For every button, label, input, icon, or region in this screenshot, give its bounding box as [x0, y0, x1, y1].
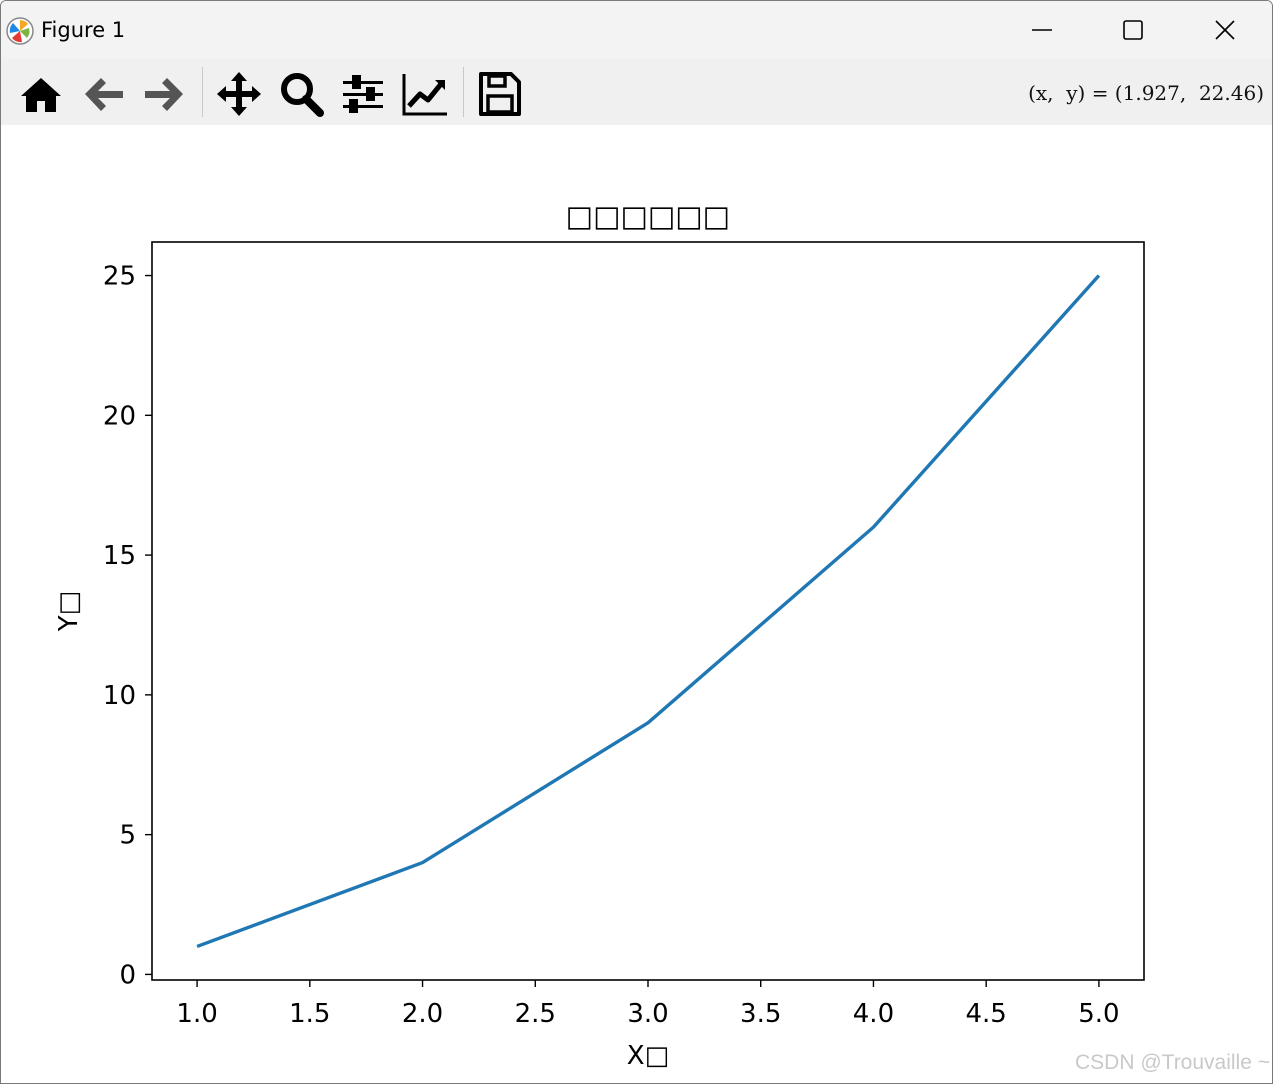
line-chart[interactable]: 1.0 1.5 2.0 2.5 3.0 3.5 4.0 4.5 5.0 0 5 10 15 20 25 □□□…: [1, 125, 1272, 1083]
cursor-coordinates: (x, y) = (1.927, 22.46): [1028, 81, 1264, 105]
chart-title: □□□□□□: [566, 199, 730, 233]
x-tick-label: 3.0: [627, 999, 668, 1029]
y-axis-label: Y□: [54, 591, 84, 632]
axes-frame: [151, 241, 1145, 981]
x-tick-label: 1.0: [176, 999, 217, 1029]
arrow-right-icon: [145, 78, 183, 111]
toolbar-separator: [463, 67, 464, 117]
customize-button[interactable]: [399, 70, 451, 118]
x-tick-label: 5.0: [1078, 999, 1119, 1029]
magnifier-icon: [281, 73, 324, 117]
figure-window: Figure 1 (x, y) = (1.927, 22.46) 1.0 1.5…: [0, 0, 1273, 1084]
y-tick-label: 20: [103, 401, 136, 431]
window-title: Figure 1: [41, 18, 126, 42]
back-button[interactable]: [77, 70, 129, 118]
line-chart-icon: [402, 74, 447, 116]
save-button[interactable]: [473, 70, 525, 118]
x-tick-label: 3.5: [740, 999, 781, 1029]
title-bar[interactable]: Figure 1: [1, 1, 1272, 59]
close-button[interactable]: [1179, 1, 1271, 59]
forward-button[interactable]: [137, 70, 189, 118]
y-tick-label: 0: [119, 960, 136, 990]
x-tick-label: 4.5: [966, 999, 1007, 1029]
y-tick-label: 15: [103, 541, 136, 571]
arrow-left-icon: [85, 78, 123, 111]
y-tick-label: 5: [119, 821, 136, 851]
pan-button[interactable]: [213, 70, 265, 118]
navigation-toolbar: (x, y) = (1.927, 22.46): [1, 59, 1272, 127]
maximize-icon: [1123, 20, 1143, 40]
toolbar-separator: [202, 67, 203, 117]
move-icon: [217, 72, 261, 116]
maximize-button[interactable]: [1087, 1, 1179, 59]
sliders-icon: [343, 75, 383, 113]
x-tick-label: 4.0: [853, 999, 894, 1029]
figure-canvas[interactable]: 1.0 1.5 2.0 2.5 3.0 3.5 4.0 4.5 5.0 0 5 10 15 20 25 □□□…: [1, 125, 1272, 1083]
y-tick-label: 10: [103, 681, 136, 711]
close-icon: [1215, 20, 1235, 40]
home-icon: [21, 78, 61, 112]
x-tick-label: 2.0: [402, 999, 443, 1029]
x-tick-label: 1.5: [289, 999, 330, 1029]
x-tick-label: 2.5: [515, 999, 556, 1029]
minimize-button[interactable]: [996, 1, 1088, 59]
x-axis-label: X□: [627, 1041, 669, 1071]
floppy-disk-icon: [479, 72, 521, 116]
zoom-button[interactable]: [275, 70, 327, 118]
minimize-icon: [1032, 29, 1052, 31]
watermark: CSDN @Trouvaille ~: [1074, 1051, 1270, 1074]
home-button[interactable]: [15, 70, 67, 118]
matplotlib-logo-icon: [6, 17, 34, 45]
y-tick-label: 25: [103, 262, 136, 292]
subplots-button[interactable]: [337, 70, 389, 118]
